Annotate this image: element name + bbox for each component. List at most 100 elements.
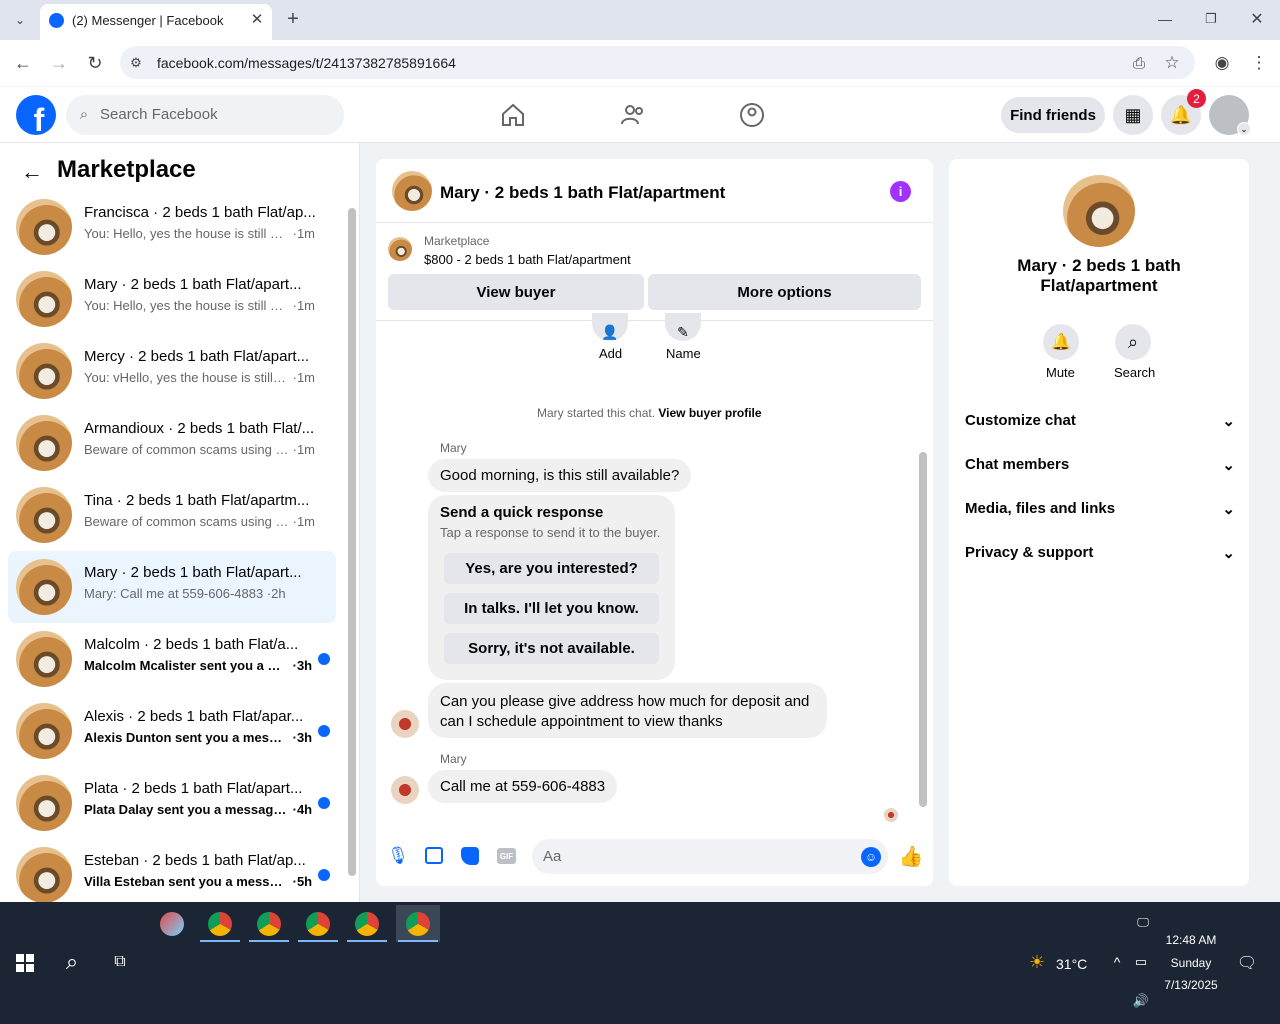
conversation-preview: Plata Dalay sent you a message ... (84, 802, 289, 817)
privacy-support-section[interactable]: Privacy & support ⌄ (965, 544, 1235, 562)
view-buyer-button[interactable]: View buyer (388, 274, 644, 310)
chat-scrollbar[interactable] (919, 452, 927, 807)
message-bubble[interactable]: Good morning, is this still available? (428, 459, 692, 492)
quick-reply-interested[interactable]: Yes, are you interested? (444, 553, 659, 584)
task-view-icon[interactable]: ⧉ (108, 950, 132, 974)
tab-search-icon[interactable]: ⌄ (8, 8, 32, 32)
url-text[interactable]: facebook.com/messages/t/2413738278589166… (157, 55, 456, 71)
conversation-item[interactable]: Esteban · 2 beds 1 bath Flat/ap... Villa … (8, 839, 336, 902)
chrome-icon[interactable] (355, 912, 379, 936)
message-input[interactable] (532, 839, 888, 874)
clock-date[interactable]: 7/13/2025 (1160, 978, 1222, 992)
media-files-links-section[interactable]: Media, files and links ⌄ (965, 500, 1235, 518)
message-line: can I schedule appointment to view thank… (440, 713, 723, 730)
minimize-icon[interactable]: — (1154, 8, 1176, 30)
conversation-item[interactable]: Armandioux · 2 beds 1 bath Flat/... Bewar… (8, 407, 336, 479)
chevron-down-icon: ⌄ (1222, 457, 1235, 474)
sender-avatar[interactable] (391, 776, 419, 804)
conversation-item[interactable]: Francisca · 2 beds 1 bath Flat/ap... You:… (8, 191, 336, 263)
listing-avatar (16, 559, 72, 615)
gif-icon[interactable]: GIF (497, 848, 516, 864)
network-icon[interactable]: 🖵 (1134, 914, 1152, 930)
started-text: Mary started this chat. (537, 406, 656, 420)
quick-reply-in-talks[interactable]: In talks. I'll let you know. (444, 593, 659, 624)
microphone-icon[interactable]: 🎙 (387, 846, 409, 866)
listing-avatar (16, 199, 72, 255)
conversation-item[interactable]: Alexis · 2 beds 1 bath Flat/apar... Alexi… (8, 695, 336, 767)
account-chevron-icon[interactable]: ⌄ (1237, 122, 1251, 136)
sidebar-scrollbar[interactable] (348, 208, 356, 876)
conversation-item[interactable]: Tina · 2 beds 1 bath Flat/apartm... Bewar… (8, 479, 336, 551)
notification-center-icon[interactable]: 🗨 (1237, 953, 1257, 973)
conversation-item[interactable]: Malcolm · 2 beds 1 bath Flat/a... Malcolm… (8, 623, 336, 695)
conversation-preview: Alexis Dunton sent you a messa... (84, 730, 289, 745)
chrome-icon[interactable] (208, 912, 232, 936)
section-label: Customize chat (965, 412, 1076, 429)
find-friends-button[interactable]: Find friends (1001, 97, 1105, 133)
site-info-icon[interactable]: ⚙ (126, 53, 146, 73)
battery-icon[interactable]: ▭ (1132, 953, 1150, 971)
close-window-icon[interactable]: ✕ (1246, 8, 1268, 30)
chrome-icon[interactable] (257, 912, 281, 936)
close-tab-icon[interactable]: ✕ (248, 10, 266, 28)
running-indicator (249, 940, 289, 942)
facebook-logo-icon[interactable]: f (16, 95, 56, 135)
message-bubble[interactable]: Call me at 559-606-4883 (428, 770, 618, 803)
volume-icon[interactable]: 🔊 (1132, 992, 1150, 1010)
back-arrow-icon[interactable]: ← (20, 159, 44, 184)
conversation-time: 1m (296, 442, 316, 457)
friends-icon[interactable] (620, 102, 646, 128)
conversation-item-active[interactable]: Mary · 2 beds 1 bath Flat/apart... Mary: … (8, 551, 336, 623)
message-input-placeholder: Aa (543, 848, 562, 865)
quick-response-subtitle: Tap a response to send it to the buyer. (440, 525, 661, 540)
reload-icon[interactable]: ↻ (84, 52, 106, 74)
back-icon[interactable]: ← (12, 52, 34, 74)
listing-title[interactable]: $800 - 2 beds 1 bath Flat/apartment (424, 252, 631, 267)
mute-bell-icon[interactable]: 🔔 (1043, 324, 1079, 360)
taskbar-search-icon[interactable]: ⌕ (60, 949, 84, 974)
clock-day[interactable]: Sunday (1160, 956, 1222, 970)
conversation-item[interactable]: Mary · 2 beds 1 bath Flat/apart... You: H… (8, 263, 336, 335)
section-label: Chat members (965, 456, 1070, 473)
chat-members-section[interactable]: Chat members ⌄ (965, 456, 1235, 474)
conversation-item[interactable]: Plata · 2 beds 1 bath Flat/apart... Plata… (8, 767, 336, 839)
menu-grid-icon[interactable]: ▦ (1113, 95, 1153, 135)
groups-icon[interactable] (739, 102, 765, 128)
profile-avatar[interactable] (1063, 175, 1135, 247)
forward-icon[interactable]: → (48, 52, 70, 74)
temperature[interactable]: 31°C (1056, 956, 1087, 972)
quick-reply-not-available[interactable]: Sorry, it's not available. (444, 633, 659, 664)
like-thumb-icon[interactable]: 👍 (899, 844, 924, 868)
emoji-icon[interactable]: ☺ (861, 847, 881, 867)
clock-time[interactable]: 12:48 AM (1160, 933, 1222, 947)
pinned-app-icon[interactable] (160, 912, 184, 936)
chrome-menu-icon[interactable]: ⋮ (1248, 52, 1270, 74)
view-buyer-profile-link[interactable]: View buyer profile (658, 406, 761, 420)
tray-chevron-icon[interactable]: ^ (1108, 953, 1126, 971)
customize-chat-section[interactable]: Customize chat ⌄ (965, 412, 1235, 430)
maximize-icon[interactable]: ❐ (1200, 8, 1222, 30)
install-app-icon[interactable]: ⎙ (1128, 52, 1150, 74)
chat-title[interactable]: Mary · 2 beds 1 bath Flat/apartment (440, 183, 725, 203)
chrome-icon[interactable] (306, 912, 330, 936)
add-label: Add (599, 346, 623, 361)
weather-icon[interactable]: ☀ (1024, 950, 1050, 974)
bookmark-star-icon[interactable]: ☆ (1161, 52, 1183, 74)
chat-avatar[interactable] (392, 171, 432, 211)
sticker-icon[interactable] (461, 847, 479, 865)
new-tab-icon[interactable]: + (282, 8, 304, 30)
sender-avatar[interactable] (391, 710, 419, 738)
info-icon[interactable]: i (890, 181, 911, 202)
more-options-button[interactable]: More options (648, 274, 921, 310)
search-chat-icon[interactable]: ⌕ (1115, 324, 1151, 360)
unread-dot (318, 797, 330, 809)
conversation-preview: You: Hello, yes the house is still av... (84, 226, 289, 241)
home-icon[interactable] (500, 102, 526, 128)
profile-icon[interactable]: ◉ (1211, 52, 1233, 74)
chrome-icon[interactable] (406, 912, 430, 936)
windows-start-icon[interactable] (16, 954, 34, 972)
search-placeholder: Search Facebook (100, 106, 218, 123)
conversation-name: Malcolm · 2 beds 1 bath Flat/a... (84, 636, 299, 653)
conversation-item[interactable]: Mercy · 2 beds 1 bath Flat/apart... You: … (8, 335, 336, 407)
photo-icon[interactable] (425, 847, 443, 864)
